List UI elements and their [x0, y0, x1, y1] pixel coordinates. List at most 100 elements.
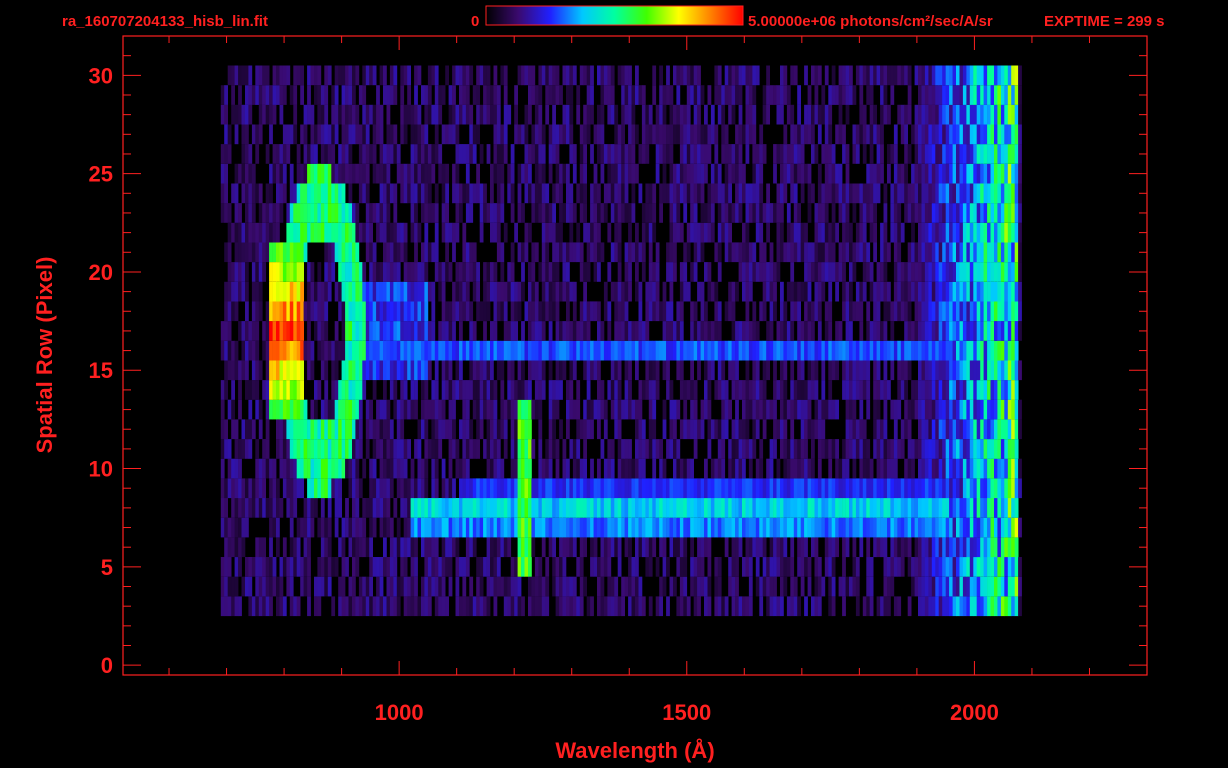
heatmap-cell	[962, 399, 967, 420]
heatmap-cell	[752, 85, 757, 105]
heatmap-cell	[400, 439, 405, 459]
heatmap-cell	[441, 517, 446, 538]
heatmap-cell	[838, 124, 843, 145]
heatmap-cell	[938, 144, 943, 164]
heatmap-cell	[569, 222, 574, 243]
heatmap-cell	[931, 144, 936, 164]
heatmap-cell	[987, 242, 991, 263]
heatmap-cell	[842, 458, 846, 479]
heatmap-cell	[376, 576, 380, 597]
heatmap-cell	[279, 340, 284, 361]
heatmap-cell	[472, 596, 477, 617]
heatmap-cell	[883, 458, 888, 479]
heatmap-cell	[662, 124, 667, 145]
heatmap-cell	[617, 557, 622, 577]
heatmap-cell	[455, 262, 460, 282]
heatmap-cell	[358, 222, 363, 243]
heatmap-cell	[600, 557, 605, 577]
heatmap-cell	[880, 380, 884, 400]
heatmap-cell	[928, 163, 933, 184]
heatmap-cell	[379, 124, 384, 145]
heatmap-cell	[721, 144, 726, 164]
heatmap-cell	[590, 478, 594, 499]
heatmap-cell	[600, 498, 605, 518]
heatmap-cell	[931, 104, 936, 125]
heatmap-cell	[289, 163, 294, 184]
heatmap-cell	[766, 498, 770, 518]
heatmap-cell	[873, 222, 877, 243]
heatmap-cell	[490, 557, 494, 577]
heatmap-cell	[928, 596, 933, 617]
heatmap-cell	[776, 517, 781, 538]
heatmap-cell	[448, 439, 453, 459]
heatmap-cell	[652, 380, 657, 400]
heatmap-cell	[1011, 360, 1015, 381]
heatmap-cell	[365, 163, 370, 184]
heatmap-cell	[486, 537, 491, 558]
heatmap-cell	[389, 281, 394, 302]
heatmap-cell	[987, 281, 991, 302]
heatmap-cell	[924, 262, 929, 282]
heatmap-cell	[1018, 596, 1022, 617]
heatmap-cell	[307, 340, 311, 361]
heatmap-cell	[555, 242, 560, 263]
heatmap-cell	[1011, 498, 1015, 518]
heatmap-cell	[900, 419, 905, 440]
heatmap-cell	[331, 203, 336, 223]
heatmap-cell	[731, 517, 736, 538]
heatmap-cell	[731, 144, 736, 164]
heatmap-cell	[528, 458, 532, 479]
heatmap-cell	[548, 124, 553, 145]
heatmap-cell	[817, 321, 822, 341]
heatmap-cell	[279, 360, 284, 381]
heatmap-cell	[231, 478, 235, 499]
heatmap-cell	[269, 281, 273, 302]
heatmap-cell	[348, 321, 353, 341]
heatmap-cell	[383, 537, 387, 558]
heatmap-cell	[949, 301, 953, 322]
heatmap-cell	[704, 203, 708, 223]
heatmap-cell	[548, 399, 553, 420]
heatmap-cell	[603, 85, 608, 105]
heatmap-cell	[783, 183, 788, 204]
heatmap-cell	[303, 340, 308, 361]
heatmap-cell	[700, 281, 705, 302]
heatmap-cell	[759, 537, 764, 558]
heatmap-cell	[921, 85, 926, 105]
heatmap-cell	[931, 340, 936, 361]
heatmap-cell	[269, 183, 273, 204]
heatmap-cell	[324, 183, 329, 204]
heatmap-cell	[721, 596, 726, 617]
heatmap-cell	[434, 124, 439, 145]
heatmap-cell	[441, 537, 446, 558]
heatmap-cell	[745, 360, 750, 381]
heatmap-cell	[638, 596, 643, 617]
heatmap-cell	[531, 242, 536, 263]
heatmap-cell	[414, 262, 418, 282]
heatmap-cell	[324, 360, 329, 381]
heatmap-cell	[472, 144, 477, 164]
heatmap-cell	[393, 321, 398, 341]
heatmap-cell	[469, 517, 474, 538]
heatmap-cell	[376, 104, 380, 125]
heatmap-cell	[300, 203, 304, 223]
heatmap-cell	[790, 478, 795, 499]
heatmap-cell	[396, 222, 401, 243]
heatmap-cell	[383, 144, 387, 164]
heatmap-cell	[652, 183, 657, 204]
heatmap-cell	[831, 85, 836, 105]
heatmap-cell	[403, 340, 408, 361]
heatmap-cell	[517, 439, 522, 459]
heatmap-cell	[424, 498, 429, 518]
heatmap-cell	[631, 203, 636, 223]
heatmap-cell	[641, 242, 646, 263]
heatmap-cell	[362, 360, 367, 381]
heatmap-cell	[956, 222, 960, 243]
heatmap-cell	[683, 340, 688, 361]
heatmap-cell	[931, 399, 936, 420]
heatmap-cell	[569, 537, 574, 558]
heatmap-cell	[707, 380, 712, 400]
heatmap-cell	[286, 439, 291, 459]
heatmap-cell	[438, 262, 443, 282]
heatmap-cell	[614, 576, 619, 597]
